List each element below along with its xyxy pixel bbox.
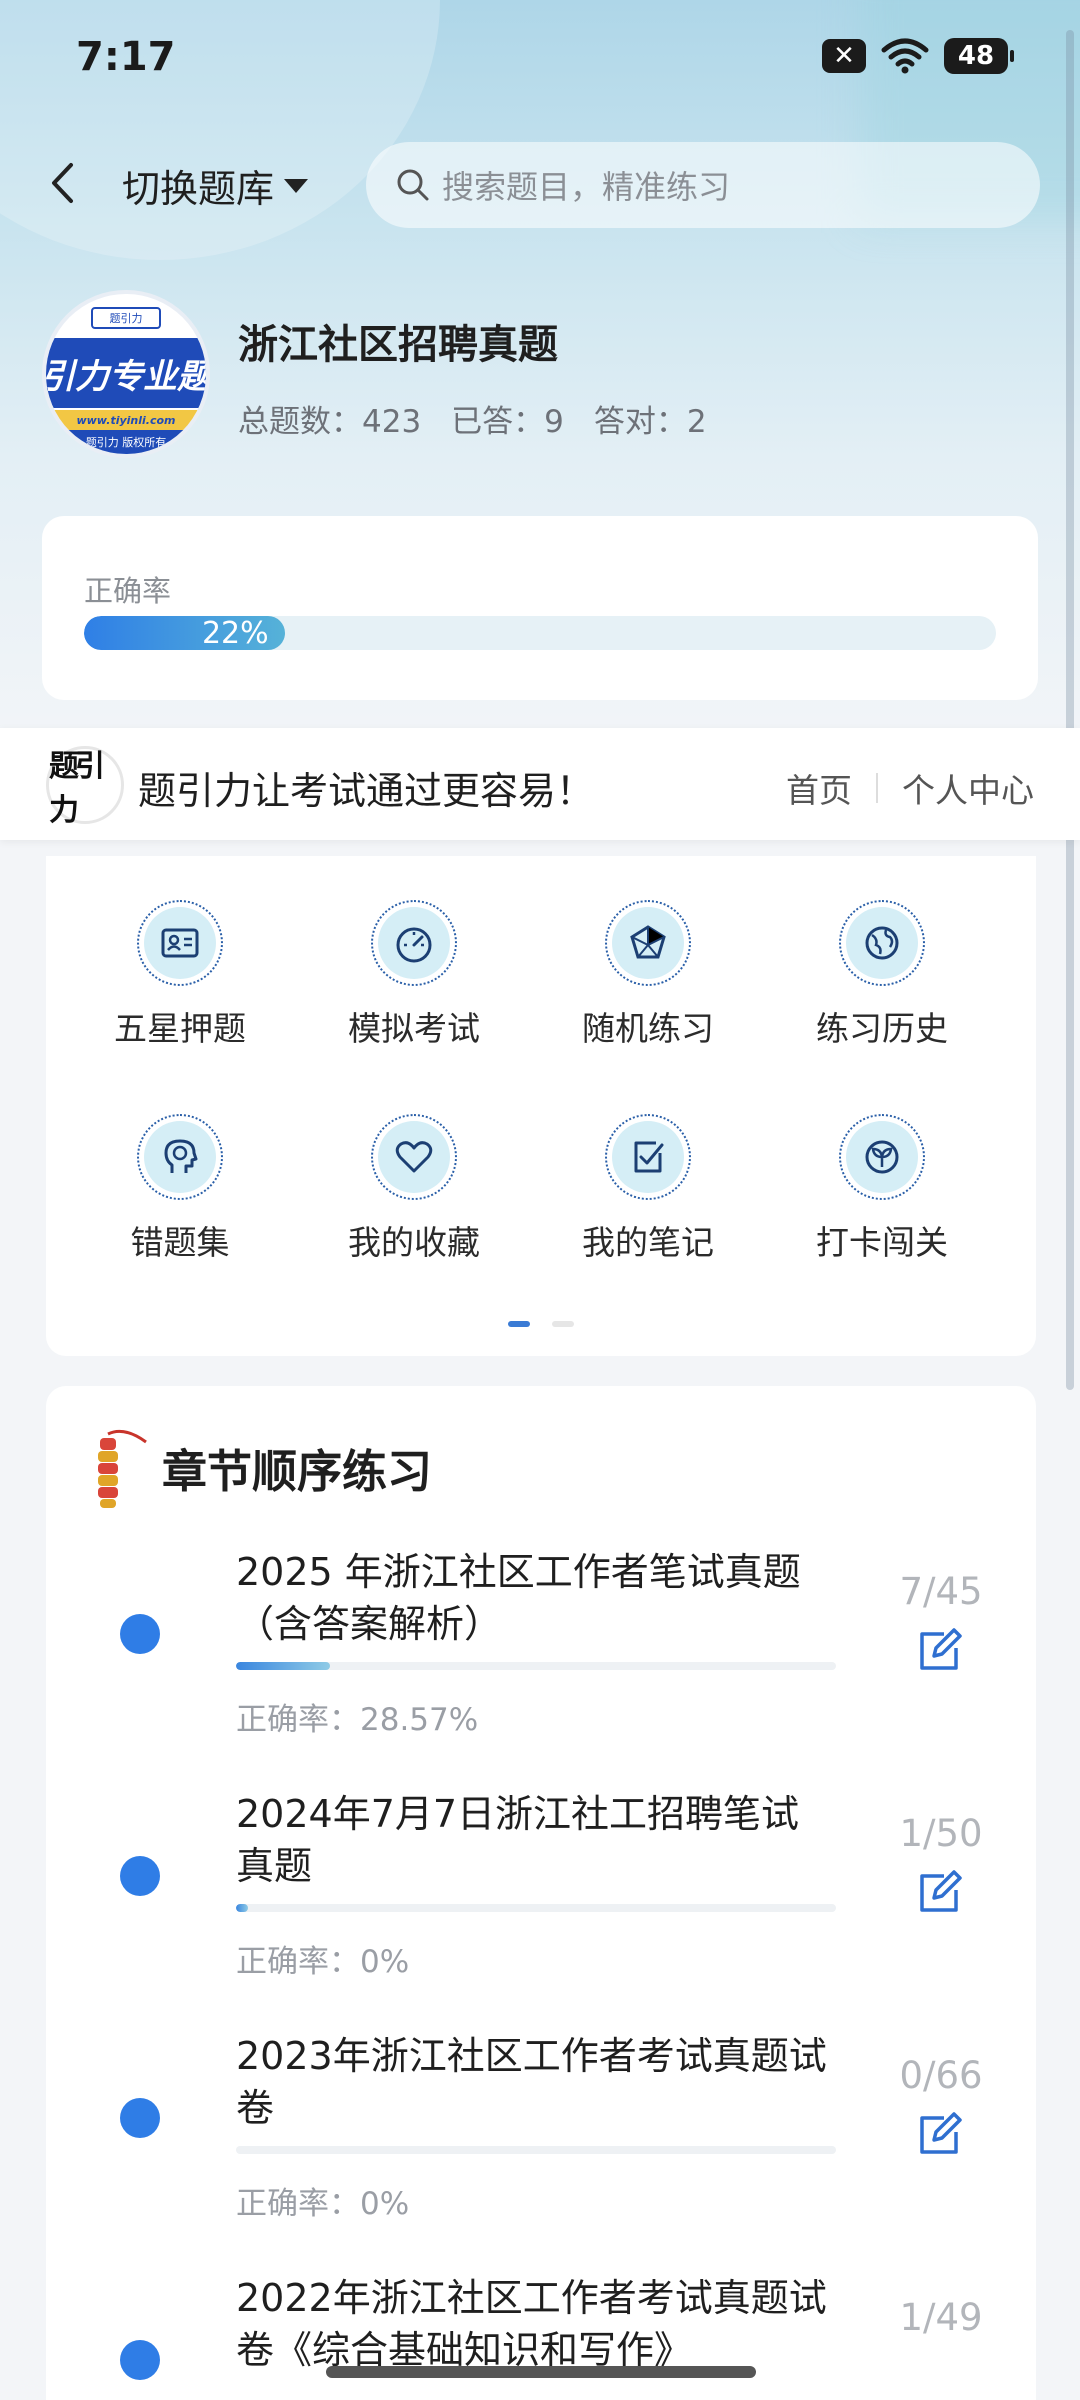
switch-bank-dropdown[interactable]: 切换题库 xyxy=(122,158,310,213)
notification-x-icon: ✕ xyxy=(822,39,866,73)
search-input[interactable]: 搜索题目，精准练习 xyxy=(366,142,1040,228)
link-divider xyxy=(876,773,878,803)
home-link[interactable]: 首页 xyxy=(786,764,852,812)
back-button[interactable] xyxy=(40,158,84,208)
chapter-accuracy: 正确率：0% xyxy=(236,2186,410,2222)
promo-logo: 题引力 xyxy=(46,746,124,828)
caret-down-icon xyxy=(284,178,309,193)
bank-logo: 题引力 引力专业题 www.tiyinli.com 题引力 版权所有 xyxy=(42,290,210,458)
chapter-section-title: 章节顺序练习 xyxy=(162,1444,433,1498)
edit-icon[interactable] xyxy=(914,2110,964,2160)
chapter-bullet xyxy=(120,2340,160,2380)
logo-chip: 题引力 xyxy=(91,307,161,329)
chapter-count: 1/50 xyxy=(899,1812,983,1855)
chapter-progress-bar xyxy=(236,2146,836,2154)
chapter-item[interactable]: 2023年浙江社区工作者考试真题试卷 正确率：0% 0/66 xyxy=(46,2030,1036,2260)
scrollbar[interactable] xyxy=(1066,30,1074,1390)
grid-label: 随机练习 xyxy=(582,1009,714,1048)
status-time: 7:17 xyxy=(76,34,176,80)
chapter-name: 2022年浙江社区工作者考试真题试卷《综合基础知识和写作》 xyxy=(236,2276,827,2372)
chapter-accuracy: 正确率：28.57% xyxy=(236,1702,479,1738)
grid-label: 模拟考试 xyxy=(348,1009,480,1048)
chapter-practice-card: 章节顺序练习 2025 年浙江社区工作者笔试真题（含答案解析） 正确率：28.5… xyxy=(46,1386,1036,2400)
stat-correct: 答对：2 xyxy=(593,404,707,440)
grid-item-wrong-answers[interactable]: 错题集 xyxy=(80,1114,280,1264)
sprout-icon xyxy=(865,1140,899,1174)
chapter-count: 0/66 xyxy=(899,2054,983,2097)
grid-item-mock-exam[interactable]: 模拟考试 xyxy=(314,900,514,1050)
grid-item-random-practice[interactable]: 随机练习 xyxy=(548,900,748,1050)
chevron-left-icon xyxy=(52,163,73,203)
head-icon xyxy=(164,1139,198,1173)
edit-icon[interactable] xyxy=(914,1626,964,1676)
grid-label: 五星押题 xyxy=(114,1009,246,1048)
stat-total: 总题数：423 xyxy=(238,404,422,440)
home-indicator[interactable] xyxy=(326,2366,756,2378)
battery-icon: 48 xyxy=(944,38,1014,74)
grid-label: 我的收藏 xyxy=(348,1223,480,1262)
accuracy-progress-bar: 22% xyxy=(84,616,996,650)
accuracy-value: 22% xyxy=(201,616,269,650)
promo-banner: 题引力 题引力让考试通过更容易！ 首页 个人中心 xyxy=(0,728,1080,840)
heart-icon xyxy=(395,1141,433,1173)
logo-copyright: 题引力 版权所有 xyxy=(46,430,206,454)
globe-icon xyxy=(865,926,899,960)
grid-label: 我的笔记 xyxy=(582,1223,714,1262)
page-dot-active xyxy=(508,1321,530,1327)
firecracker-icon xyxy=(98,1429,147,1508)
logo-band-text: 引力专业题 xyxy=(42,356,210,397)
chapter-bullet xyxy=(120,1856,160,1896)
chapter-name: 2025 年浙江社区工作者笔试真题（含答案解析） xyxy=(236,1550,801,1646)
promo-links: 首页 个人中心 xyxy=(786,764,1034,812)
bank-stats: 总题数：423 已答：9 答对：2 xyxy=(238,396,707,441)
grid-item-history[interactable]: 练习历史 xyxy=(782,900,982,1050)
chapter-progress-fill xyxy=(236,1904,248,1912)
feature-grid: 五星押题 模拟考试 随机练习 练习历史 错题集 我的收藏 我的笔记 打卡闯关 xyxy=(46,856,1036,1356)
status-icons: ✕ 48 xyxy=(822,38,1014,74)
switch-bank-label: 切换题库 xyxy=(122,167,275,211)
id-card-icon xyxy=(161,928,199,958)
chapter-item[interactable]: 2022年浙江社区工作者考试真题试卷《综合基础知识和写作》 1/49 xyxy=(46,2272,1036,2400)
accuracy-progress-fill: 22% xyxy=(84,616,285,650)
page-dot xyxy=(552,1321,574,1327)
grid-item-checkin[interactable]: 打卡闯关 xyxy=(782,1114,982,1264)
accuracy-card: 正确率 22% xyxy=(42,516,1038,700)
grid-label: 打卡闯关 xyxy=(816,1223,948,1262)
grid-label: 错题集 xyxy=(130,1223,230,1262)
search-placeholder: 搜索题目，精准练习 xyxy=(442,168,731,206)
grid-item-notes[interactable]: 我的笔记 xyxy=(548,1114,748,1264)
accuracy-label: 正确率 xyxy=(84,574,172,608)
gauge-icon xyxy=(396,927,432,963)
grid-item-favorites[interactable]: 我的收藏 xyxy=(314,1114,514,1264)
chapter-accuracy: 正确率：0% xyxy=(236,1944,410,1980)
chapter-progress-bar xyxy=(236,1904,836,1912)
chapter-count: 1/49 xyxy=(899,2296,983,2339)
chapter-header: 章节顺序练习 xyxy=(90,1424,432,1510)
chapter-progress-bar xyxy=(236,1662,836,1670)
chapter-bullet xyxy=(120,1614,160,1654)
bank-title: 浙江社区招聘真题 xyxy=(238,322,558,368)
chapter-name: 2023年浙江社区工作者考试真题试卷 xyxy=(236,2034,827,2130)
chapter-name: 2024年7月7日浙江社工招聘笔试真题 xyxy=(236,1792,800,1888)
stat-answered: 已答：9 xyxy=(451,404,564,440)
chapter-progress-fill xyxy=(236,1662,330,1670)
chapter-bullet xyxy=(120,2098,160,2138)
wifi-icon xyxy=(880,38,930,74)
grid-item-five-star[interactable]: 五星押题 xyxy=(80,900,280,1050)
search-icon xyxy=(397,169,429,201)
chapter-item[interactable]: 2024年7月7日浙江社工招聘笔试真题 正确率：0% 1/50 xyxy=(46,1788,1036,2018)
page-indicator xyxy=(508,1321,574,1327)
note-check-icon xyxy=(634,1141,664,1173)
logo-url: www.tiyinli.com xyxy=(46,410,206,430)
edit-icon[interactable] xyxy=(914,1868,964,1918)
chapter-count: 7/45 xyxy=(899,1570,983,1613)
profile-link[interactable]: 个人中心 xyxy=(902,764,1034,812)
promo-text: 题引力让考试通过更容易！ xyxy=(138,769,595,813)
grid-label: 练习历史 xyxy=(816,1009,948,1048)
random-icon xyxy=(630,925,666,959)
chapter-item[interactable]: 2025 年浙江社区工作者笔试真题（含答案解析） 正确率：28.57% 7/45 xyxy=(46,1546,1036,1776)
